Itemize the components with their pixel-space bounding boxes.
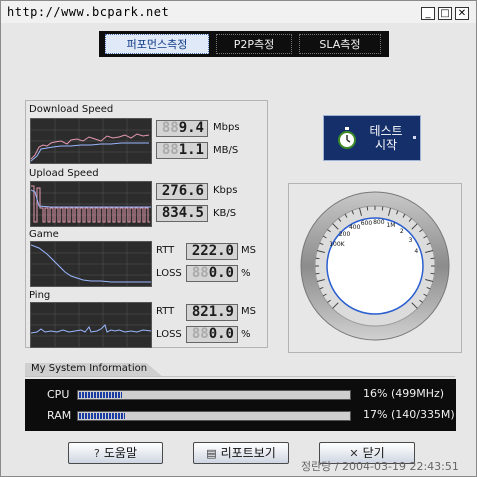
gauge-tick-label: 3 — [409, 237, 413, 244]
system-info-divider — [25, 376, 455, 377]
test-start-label: 테스트 시작 — [369, 124, 403, 152]
speed-gauge: 100K 200400600 800 1M 234 — [300, 191, 450, 341]
report-button[interactable]: ▤ 리포트보기 — [193, 442, 289, 464]
gauge-tick — [381, 206, 384, 211]
game-rtt-unit: MS — [241, 245, 256, 256]
cpu-usage-text: 16% (499MHz) — [363, 387, 445, 400]
system-info-title: My System Information — [31, 363, 148, 374]
measurement-panel: Download Speed 889.4 Mbps 881.1 MB/S Upl… — [25, 100, 268, 348]
report-label: 리포트보기 — [220, 446, 276, 460]
game-loss-unit: % — [241, 268, 251, 279]
download-graph — [30, 118, 152, 164]
test-start-button[interactable]: 테스트 시작 — [323, 115, 421, 161]
gauge-tick-label: 400 — [349, 224, 361, 231]
cpu-label: CPU — [47, 388, 70, 401]
title-bar: http://www.bcpark.net _ □ ✕ — [1, 1, 476, 23]
gauge-tick-label: 100K — [329, 241, 345, 248]
gauge-tick-label: 4 — [414, 248, 418, 255]
app-window: http://www.bcpark.net _ □ ✕ 퍼포먼스측정 P2P측정… — [0, 0, 477, 477]
close-window-button[interactable]: ✕ — [455, 7, 469, 20]
tab-bar: 퍼포먼스측정 P2P측정 SLA측정 — [99, 31, 389, 57]
ping-loss-label: LOSS — [156, 329, 182, 340]
upload-kbs-unit: KB/S — [213, 208, 237, 219]
tab-sla[interactable]: SLA측정 — [299, 34, 381, 54]
download-mbps-readout: 889.4 — [156, 120, 208, 137]
tab-p2p[interactable]: P2P측정 — [216, 34, 292, 54]
ping-rtt-readout: 821.9 — [186, 304, 238, 321]
ping-loss-unit: % — [241, 329, 251, 340]
tab-performance[interactable]: 퍼포먼스측정 — [105, 34, 209, 54]
download-speed-title: Download Speed — [29, 104, 114, 115]
ping-title: Ping — [29, 290, 51, 301]
ram-usage-fill — [79, 413, 125, 419]
game-rtt-readout: 222.0 — [186, 243, 238, 260]
game-loss-readout: 880.0 — [186, 265, 238, 282]
ram-label: RAM — [47, 409, 72, 422]
download-mbps-unit: Mbps — [213, 122, 240, 133]
cpu-usage-fill — [79, 392, 122, 398]
ping-graph — [30, 302, 152, 348]
upload-graph — [30, 181, 152, 227]
gauge-tick-label: 200 — [339, 231, 351, 238]
gauge-tick — [430, 257, 435, 260]
window-title: http://www.bcpark.net — [7, 5, 170, 19]
stopwatch-icon — [338, 127, 356, 149]
system-info-tab: My System Information — [25, 363, 163, 377]
upload-kbs-readout: 834.5 — [156, 205, 208, 222]
ping-loss-readout: 880.0 — [186, 326, 238, 343]
gauge-tick-label: 600 — [361, 220, 373, 227]
ram-usage-text: 17% (140/335M) — [363, 408, 455, 421]
gauge-tick-label: 2 — [400, 228, 404, 235]
status-text: 정란당 / 2004-03-19 22:43:51 — [301, 460, 459, 473]
gauge-tick — [315, 272, 320, 275]
download-mbs-unit: MB/S — [213, 145, 239, 156]
download-series-pink — [31, 133, 150, 160]
ram-usage-bar — [77, 411, 351, 421]
cpu-usage-bar — [77, 390, 351, 400]
upload-series-blue — [31, 189, 151, 208]
system-info-panel: CPU 16% (499MHz) RAM 17% (140/335M) — [25, 379, 456, 431]
game-title: Game — [29, 229, 59, 240]
upload-speed-title: Upload Speed — [29, 168, 99, 179]
report-icon: ▤ — [206, 447, 217, 460]
download-mbs-readout: 881.1 — [156, 142, 208, 159]
gauge-tick — [430, 272, 435, 275]
ping-rtt-label: RTT — [156, 306, 175, 317]
game-graph — [30, 241, 152, 287]
gauge-tick — [366, 206, 369, 211]
ping-series — [31, 324, 151, 334]
ping-rtt-unit: MS — [241, 306, 256, 317]
help-label: 도움말 — [103, 446, 137, 460]
minimize-button[interactable]: _ — [421, 7, 435, 20]
game-rtt-label: RTT — [156, 245, 175, 256]
upload-kbps-unit: Kbps — [213, 185, 238, 196]
game-series — [31, 244, 151, 283]
help-icon: ? — [94, 447, 100, 460]
test-button-dot — [413, 136, 416, 139]
system-info-header: My System Information — [25, 363, 455, 377]
maximize-button[interactable]: □ — [438, 7, 452, 20]
gauge-tick — [315, 257, 320, 260]
gauge-tick-label: 800 — [373, 219, 385, 226]
gauge-tick-label: 1M — [386, 222, 395, 229]
upload-kbps-readout: 276.6 — [156, 183, 208, 200]
gauge-panel: 100K 200 400 600 800 1M 2 3 4 — [288, 183, 462, 353]
game-loss-label: LOSS — [156, 268, 182, 279]
help-button[interactable]: ? 도움말 — [68, 442, 163, 464]
